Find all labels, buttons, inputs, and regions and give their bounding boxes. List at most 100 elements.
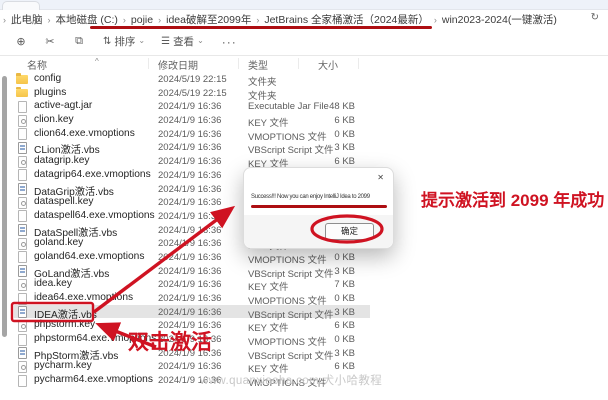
- view-button[interactable]: ☰ 查看 ⌄: [161, 34, 204, 49]
- file-name: config: [34, 73, 61, 84]
- file-row[interactable]: goland64.exe.vmoptions2024/1/9 16:36VMOP…: [14, 250, 370, 264]
- file-row[interactable]: clion64.exe.vmoptions2024/1/9 16:36VMOPT…: [14, 127, 370, 141]
- file-row[interactable]: datagrip.key2024/1/9 16:36KEY 文件6 KB: [14, 154, 370, 168]
- file-name: idea64.exe.vmoptions: [34, 292, 133, 303]
- file-name: active-agt.jar: [34, 100, 92, 111]
- more-options-button[interactable]: ···: [222, 35, 237, 49]
- file-date: 2024/5/19 22:15: [158, 74, 227, 85]
- breadcrumb-item[interactable]: win2023-2024(一键激活): [438, 14, 561, 26]
- sort-ascending-icon: ^: [95, 57, 99, 66]
- vmoptions-file-icon: [18, 334, 27, 346]
- ok-button[interactable]: 确定: [325, 223, 374, 240]
- breadcrumb-item[interactable]: JetBrains 全家桶激活（2024最新）: [260, 14, 433, 26]
- sort-label: 排序: [114, 34, 135, 49]
- file-date: 2024/1/9 16:36: [158, 252, 221, 263]
- file-row[interactable]: config2024/5/19 22:15文件夹: [14, 72, 370, 86]
- file-name: plugins: [34, 87, 66, 98]
- breadcrumb-item[interactable]: 此电脑: [7, 14, 47, 26]
- folder-icon: [16, 75, 28, 84]
- file-date: 2024/1/9 16:36: [158, 375, 221, 386]
- file-row[interactable]: GoLand激活.vbs2024/1/9 16:36VBScript Scrip…: [14, 264, 370, 278]
- copy-icon[interactable]: ⧉: [71, 35, 87, 48]
- file-name: dataspell64.exe.vmoptions: [34, 210, 155, 221]
- vmoptions-file-icon: [18, 251, 27, 263]
- file-date: 2024/1/9 16:36: [158, 320, 221, 331]
- file-size: 3 KB: [300, 307, 355, 318]
- column-headers: 名称 ^ 修改日期 类型 大小: [14, 56, 384, 71]
- file-row[interactable]: phpstorm.key2024/1/9 16:36KEY 文件6 KB: [14, 318, 370, 332]
- breadcrumb-item[interactable]: idea破解至2099年: [162, 14, 255, 26]
- vmoptions-file-icon: [18, 128, 27, 140]
- file-date: 2024/1/9 16:36: [158, 238, 221, 249]
- file-date: 2024/1/9 16:36: [158, 184, 221, 195]
- vertical-scrollbar[interactable]: [2, 76, 7, 337]
- close-icon[interactable]: ✕: [377, 173, 384, 182]
- file-size: 0 KB: [300, 252, 355, 263]
- toolbar: ⊕ ✂ ⧉ ⇅ 排序 ⌄ ☰ 查看 ⌄ ···: [0, 28, 608, 56]
- file-date: 2024/1/9 16:36: [158, 129, 221, 140]
- column-divider: [148, 58, 149, 69]
- vbscript-file-icon: [18, 183, 27, 195]
- sort-button[interactable]: ⇅ 排序 ⌄: [103, 34, 145, 49]
- key-file-icon: [18, 279, 27, 291]
- new-item-icon[interactable]: ⊕: [13, 35, 29, 48]
- file-date: 2024/1/9 16:36: [158, 279, 221, 290]
- vmoptions-file-icon: [18, 169, 27, 181]
- file-size: 3 KB: [300, 348, 355, 359]
- file-date: 2024/1/9 16:36: [158, 115, 221, 126]
- file-type: VMOPTIONS 文件: [248, 375, 327, 389]
- key-file-icon: [18, 197, 27, 209]
- file-row[interactable]: IDEA激活.vbs2024/1/9 16:36VBScript Script …: [14, 305, 370, 319]
- vbscript-file-icon: [18, 224, 27, 236]
- chevron-down-icon: ⌄: [138, 36, 145, 45]
- file-name: clion.key: [34, 114, 74, 125]
- file-size: 0 KB: [300, 334, 355, 345]
- file-row[interactable]: active-agt.jar2024/1/9 16:36Executable J…: [14, 99, 370, 113]
- file-size: 6 KB: [300, 115, 355, 126]
- file-name: pycharm64.exe.vmoptions: [34, 374, 153, 385]
- file-row[interactable]: CLion激活.vbs2024/1/9 16:36VBScript Script…: [14, 140, 370, 154]
- file-date: 2024/1/9 16:36: [158, 334, 221, 345]
- file-date: 2024/1/9 16:36: [158, 225, 221, 236]
- file-name: phpstorm64.exe.vmoptions: [34, 333, 156, 344]
- vbscript-file-icon: [18, 347, 27, 359]
- file-name: datagrip64.exe.vmoptions: [34, 169, 151, 180]
- key-file-icon: [18, 115, 27, 127]
- column-divider: [238, 58, 239, 69]
- breadcrumb-item[interactable]: 本地磁盘 (C:): [52, 14, 122, 26]
- file-name: idea.key: [34, 278, 72, 289]
- file-row[interactable]: idea64.exe.vmoptions2024/1/9 16:36VMOPTI…: [14, 291, 370, 305]
- vbscript-file-icon: [18, 142, 27, 154]
- window-tab-strip: [0, 0, 608, 10]
- file-row[interactable]: pycharm64.exe.vmoptions 2024/1/9 16:36 VMO…: [14, 373, 370, 387]
- sort-icon: ⇅: [103, 36, 111, 47]
- vbscript-file-icon: [18, 265, 27, 277]
- vmoptions-file-icon: [18, 210, 27, 222]
- refresh-icon[interactable]: ↻: [591, 12, 599, 23]
- file-row[interactable]: plugins2024/5/19 22:15文件夹: [14, 86, 370, 100]
- column-header-date[interactable]: 修改日期: [158, 57, 198, 72]
- file-row[interactable]: idea.key2024/1/9 16:36KEY 文件7 KB: [14, 277, 370, 291]
- file-row[interactable]: phpstorm64.exe.vmoptions2024/1/9 16:36VM…: [14, 332, 370, 346]
- message-red-underline-annotation: [251, 205, 387, 208]
- file-size: 6 KB: [300, 361, 355, 372]
- cut-icon[interactable]: ✂: [42, 35, 58, 48]
- file-row[interactable]: clion.key2024/1/9 16:36KEY 文件6 KB: [14, 113, 370, 127]
- file-size: 3 KB: [300, 142, 355, 153]
- file-row[interactable]: PhpStorm激活.vbs2024/1/9 16:36VBScript Scr…: [14, 346, 370, 360]
- file-name: clion64.exe.vmoptions: [34, 128, 135, 139]
- breadcrumb-separator: ›: [47, 15, 52, 25]
- column-header-name[interactable]: 名称: [27, 57, 47, 72]
- dialog-message: Success!!! Now you can enjoy IntelliJ Id…: [251, 194, 370, 200]
- annotation-activated-to-2099: 提示激活到 2099 年成功: [421, 186, 604, 211]
- file-size: 0 KB: [300, 129, 355, 140]
- explorer-tab[interactable]: [2, 1, 40, 10]
- column-header-type[interactable]: 类型: [248, 57, 268, 72]
- file-row[interactable]: pycharm.key2024/1/9 16:36KEY 文件6 KB: [14, 359, 370, 373]
- column-header-size[interactable]: 大小: [318, 57, 338, 72]
- breadcrumb-item[interactable]: pojie: [127, 14, 157, 26]
- file-date: 2024/1/9 16:36: [158, 307, 221, 318]
- file-name: dataspell.key: [34, 196, 93, 207]
- jar-file-icon: [18, 101, 27, 113]
- folder-icon: [16, 89, 28, 98]
